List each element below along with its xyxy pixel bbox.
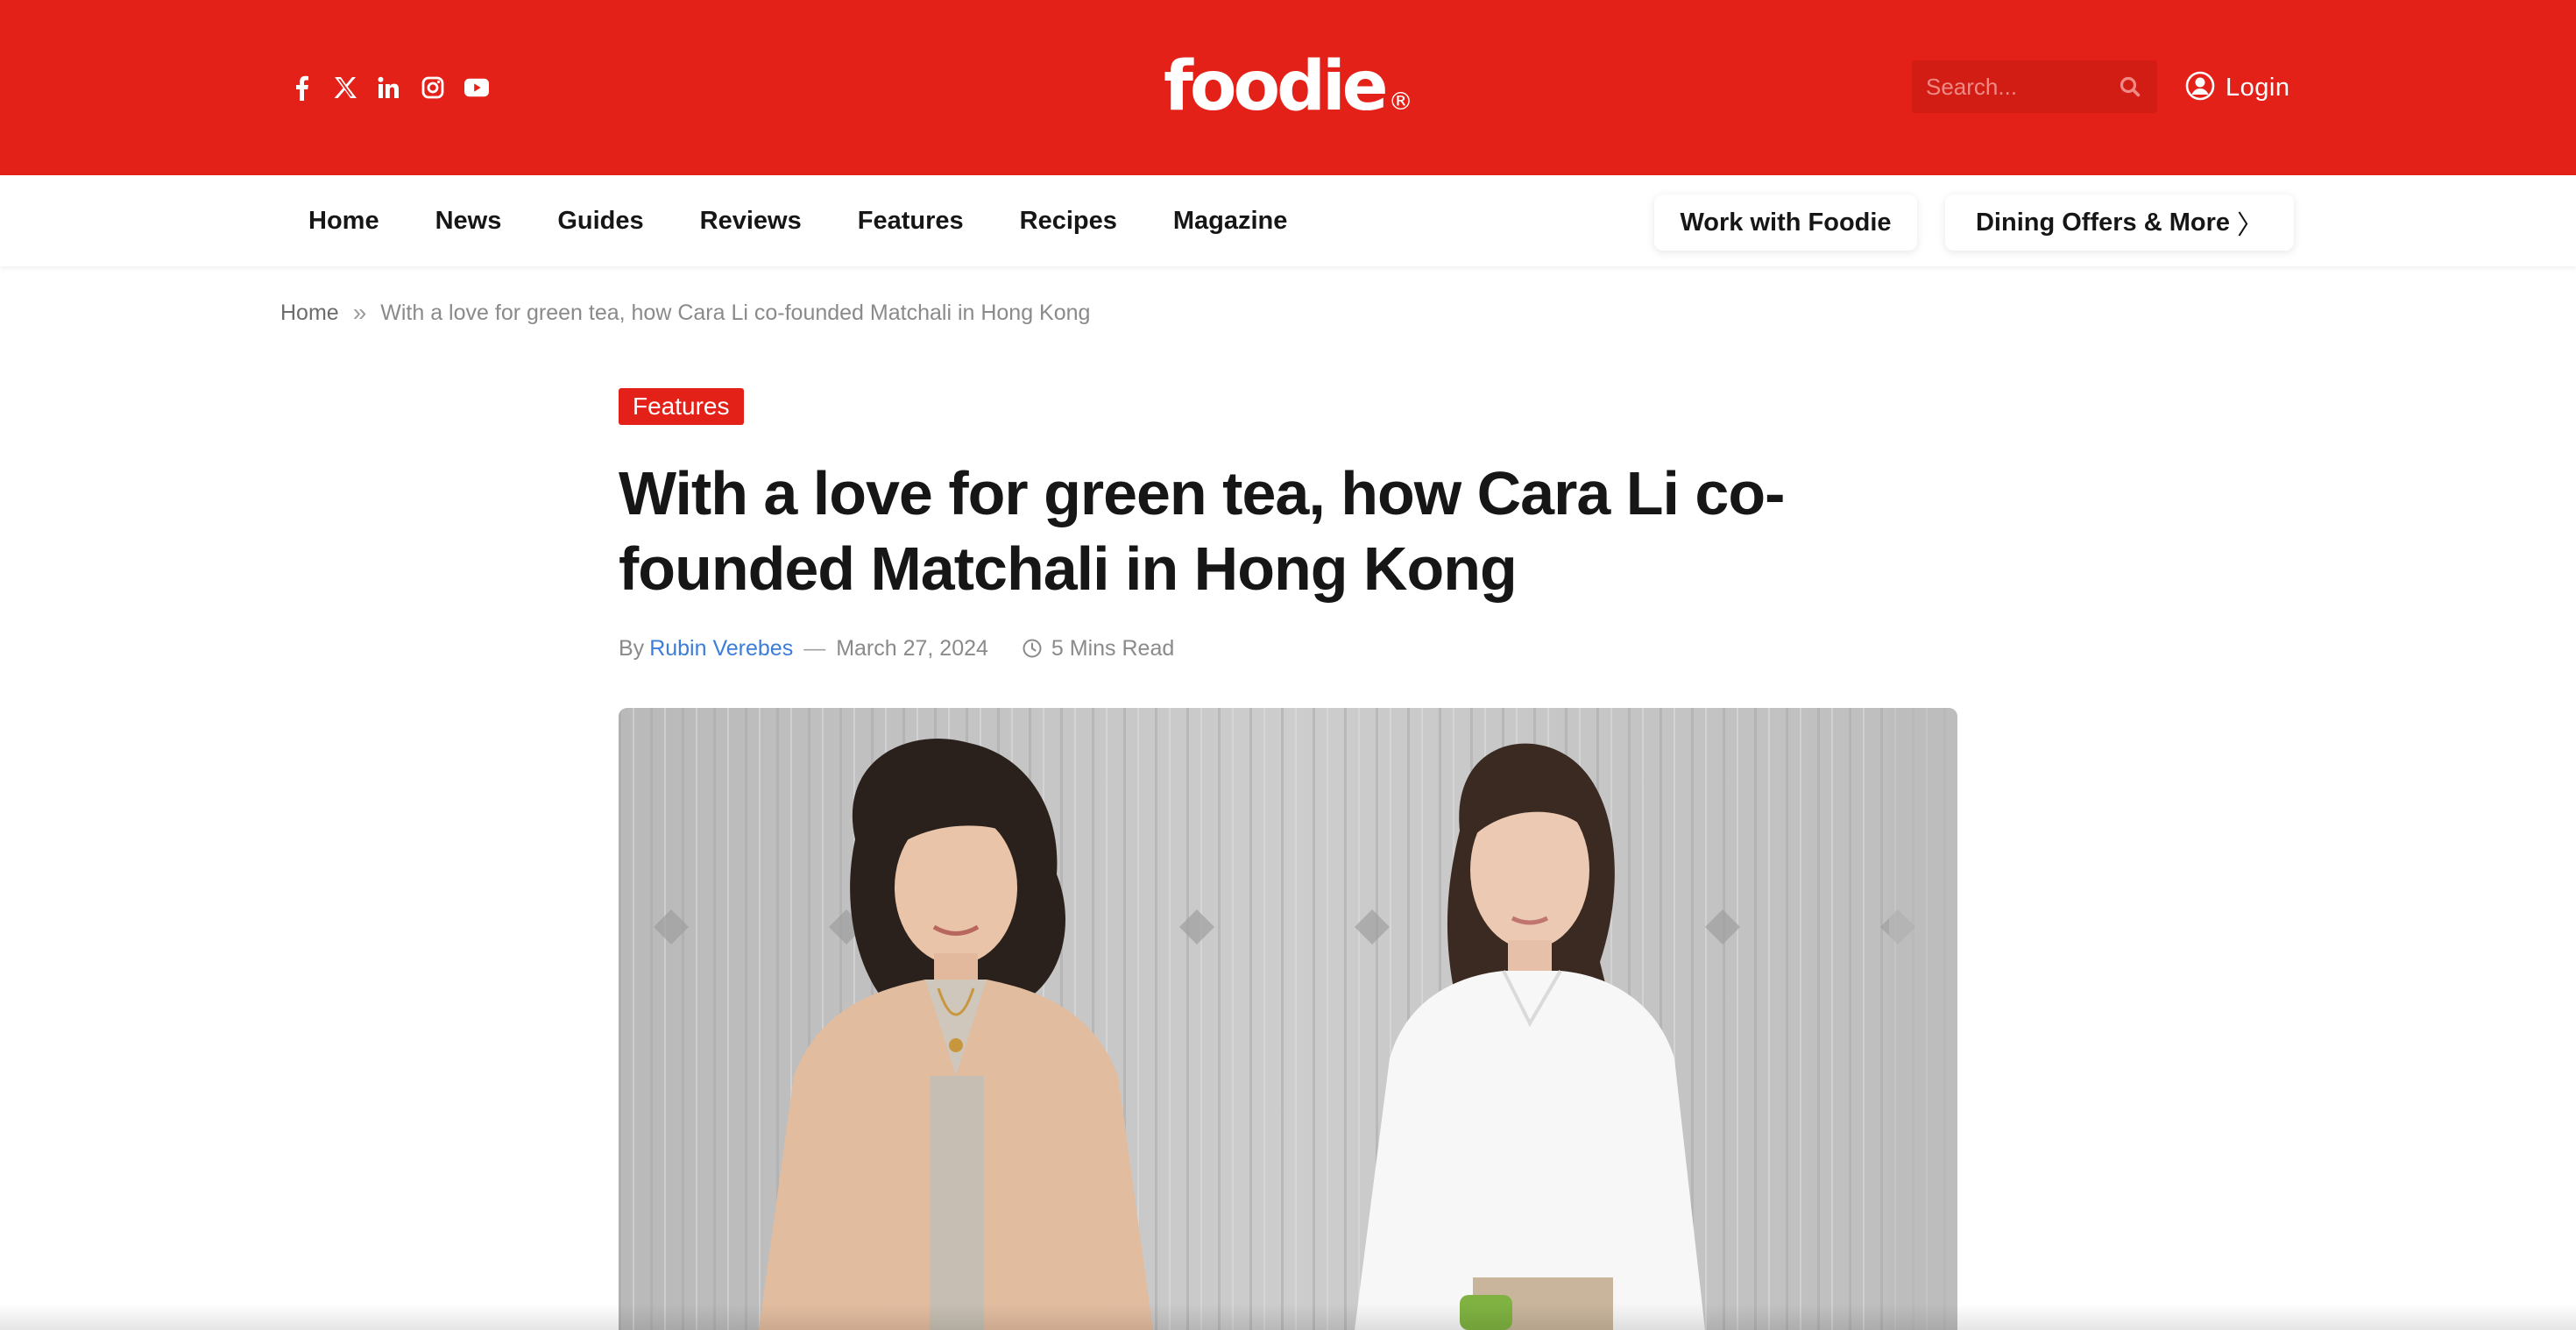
breadcrumb-separator: » bbox=[352, 299, 367, 326]
read-time: 5 Mins Read bbox=[1051, 635, 1175, 661]
breadcrumb-home-link[interactable]: Home bbox=[280, 301, 339, 326]
site-logo[interactable]: foodie ® bbox=[1164, 47, 1413, 126]
nav-item-magazine[interactable]: Magazine bbox=[1145, 207, 1316, 236]
article-hero-image bbox=[619, 708, 1957, 1330]
work-with-foodie-label: Work with Foodie bbox=[1680, 208, 1892, 237]
main-navigation: Home News Guides Reviews Features Recipe… bbox=[0, 175, 2576, 266]
logo-wordmark: foodie bbox=[1164, 47, 1389, 126]
linkedin-icon[interactable] bbox=[377, 70, 401, 105]
work-with-foodie-button[interactable]: Work with Foodie bbox=[1654, 195, 1917, 251]
article-meta: By Rubin Verebes — March 27, 2024 5 Mins… bbox=[619, 633, 1174, 664]
site-header: foodie ® Login bbox=[0, 0, 2576, 175]
article-title: With a love for green tea, how Cara Li c… bbox=[619, 459, 1785, 603]
youtube-icon[interactable] bbox=[464, 70, 489, 105]
meta-separator: — bbox=[803, 635, 826, 661]
search-box bbox=[1912, 60, 2157, 113]
nav-item-recipes[interactable]: Recipes bbox=[992, 207, 1145, 236]
login-button[interactable]: Login bbox=[2185, 67, 2289, 108]
dining-offers-label: Dining Offers & More bbox=[1975, 208, 2230, 237]
nav-menu: Home News Guides Reviews Features Recipe… bbox=[280, 175, 1315, 266]
clock-icon bbox=[1022, 638, 1043, 659]
byline-prefix: By bbox=[619, 635, 645, 661]
instagram-icon[interactable] bbox=[421, 70, 445, 105]
search-input[interactable] bbox=[1926, 71, 2101, 103]
search-icon[interactable] bbox=[2115, 72, 2145, 102]
chevron-right-icon: 〉 bbox=[2237, 211, 2263, 240]
breadcrumb: Home » With a love for green tea, how Ca… bbox=[280, 298, 1090, 328]
user-circle-icon bbox=[2185, 71, 2215, 105]
x-icon[interactable] bbox=[333, 70, 357, 105]
nav-item-news[interactable]: News bbox=[407, 207, 530, 236]
author-link[interactable]: Rubin Verebes bbox=[649, 636, 793, 661]
login-label: Login bbox=[2226, 73, 2290, 102]
nav-item-features[interactable]: Features bbox=[830, 207, 992, 236]
nav-item-home[interactable]: Home bbox=[280, 207, 407, 236]
category-badge[interactable]: Features bbox=[619, 388, 744, 425]
facebook-icon[interactable] bbox=[289, 70, 314, 105]
nav-item-guides[interactable]: Guides bbox=[529, 207, 671, 236]
dining-offers-button[interactable]: Dining Offers & More 〉 bbox=[1945, 195, 2294, 251]
breadcrumb-current: With a love for green tea, how Cara Li c… bbox=[380, 300, 1091, 325]
nav-item-reviews[interactable]: Reviews bbox=[672, 207, 830, 236]
registered-mark: ® bbox=[1388, 87, 1413, 116]
social-links bbox=[289, 70, 489, 105]
publish-date: March 27, 2024 bbox=[836, 635, 988, 661]
